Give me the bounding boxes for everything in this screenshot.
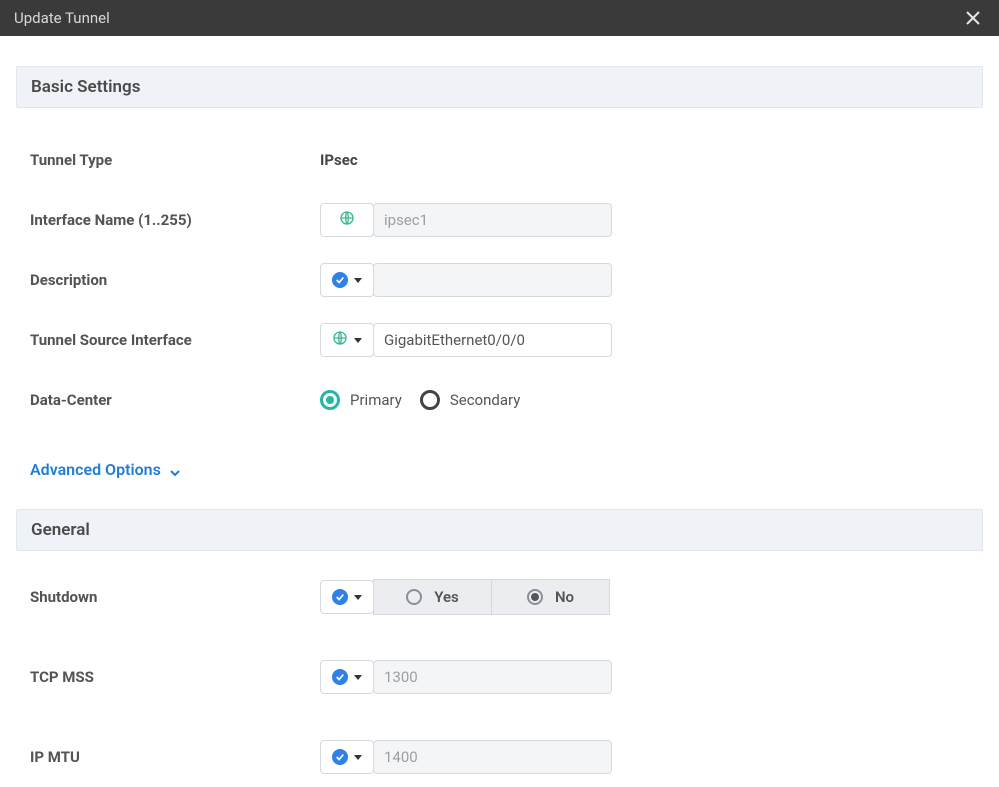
label-data-center: Data-Center xyxy=(30,391,320,409)
radio-unselected-icon xyxy=(420,390,440,410)
data-center-secondary-label: Secondary xyxy=(450,391,520,409)
interface-name-input[interactable] xyxy=(373,203,612,237)
chevron-down-icon xyxy=(169,464,181,476)
row-tunnel-type: Tunnel Type IPsec xyxy=(16,130,983,190)
shutdown-toggle-group: Yes No xyxy=(373,579,610,615)
label-shutdown: Shutdown xyxy=(30,588,320,606)
radio-unselected-icon xyxy=(406,589,422,605)
section-general-header: General xyxy=(16,509,983,551)
check-icon xyxy=(332,749,348,765)
tunnel-source-interface-input[interactable] xyxy=(373,323,612,357)
globe-icon xyxy=(339,210,355,230)
globe-icon xyxy=(332,330,348,350)
chevron-down-icon xyxy=(354,595,362,600)
row-data-center: Data-Center Primary Secondary xyxy=(16,370,983,430)
shutdown-yes-button[interactable]: Yes xyxy=(373,579,492,615)
titlebar: Update Tunnel xyxy=(0,0,999,36)
row-interface-name: Interface Name (1..255) xyxy=(16,190,983,250)
chevron-down-icon xyxy=(354,755,362,760)
check-icon xyxy=(332,589,348,605)
row-ip-mtu: IP MTU xyxy=(16,727,983,787)
shutdown-yes-label: Yes xyxy=(434,588,459,606)
label-tunnel-source-interface: Tunnel Source Interface xyxy=(30,331,320,349)
advanced-options-toggle[interactable]: Advanced Options xyxy=(16,430,181,509)
description-scope-dropdown[interactable] xyxy=(320,263,374,297)
label-interface-name: Interface Name (1..255) xyxy=(30,211,320,229)
data-center-primary-radio[interactable]: Primary xyxy=(320,390,402,410)
tcp-mss-input[interactable] xyxy=(373,660,612,694)
radio-selected-icon xyxy=(527,589,543,605)
row-shutdown: Shutdown Yes No xyxy=(16,567,983,627)
label-tunnel-type: Tunnel Type xyxy=(30,151,320,169)
tunnel-source-scope-dropdown[interactable] xyxy=(320,323,374,357)
advanced-options-label: Advanced Options xyxy=(30,460,161,479)
tcp-mss-scope-dropdown[interactable] xyxy=(320,660,374,694)
section-basic-settings-header: Basic Settings xyxy=(16,66,983,108)
data-center-secondary-radio[interactable]: Secondary xyxy=(420,390,520,410)
label-ip-mtu: IP MTU xyxy=(30,748,320,766)
row-tunnel-source-interface: Tunnel Source Interface xyxy=(16,310,983,370)
interface-name-scope-indicator[interactable] xyxy=(320,203,374,237)
label-description: Description xyxy=(30,271,320,289)
row-tcp-mss: TCP MSS xyxy=(16,647,983,707)
chevron-down-icon xyxy=(354,675,362,680)
label-tcp-mss: TCP MSS xyxy=(30,668,320,686)
radio-selected-icon xyxy=(320,390,340,410)
ip-mtu-input[interactable] xyxy=(373,740,612,774)
ip-mtu-scope-dropdown[interactable] xyxy=(320,740,374,774)
shutdown-no-button[interactable]: No xyxy=(491,579,610,615)
chevron-down-icon xyxy=(354,338,362,343)
shutdown-no-label: No xyxy=(555,588,574,606)
value-tunnel-type: IPsec xyxy=(320,151,358,169)
data-center-radio-group: Primary Secondary xyxy=(320,390,520,410)
window-title: Update Tunnel xyxy=(14,9,110,27)
shutdown-scope-dropdown[interactable] xyxy=(320,580,374,614)
description-input[interactable] xyxy=(373,263,612,297)
check-icon xyxy=(332,669,348,685)
data-center-primary-label: Primary xyxy=(350,391,402,409)
chevron-down-icon xyxy=(354,278,362,283)
row-description: Description xyxy=(16,250,983,310)
close-icon[interactable] xyxy=(961,6,985,30)
check-icon xyxy=(332,272,348,288)
